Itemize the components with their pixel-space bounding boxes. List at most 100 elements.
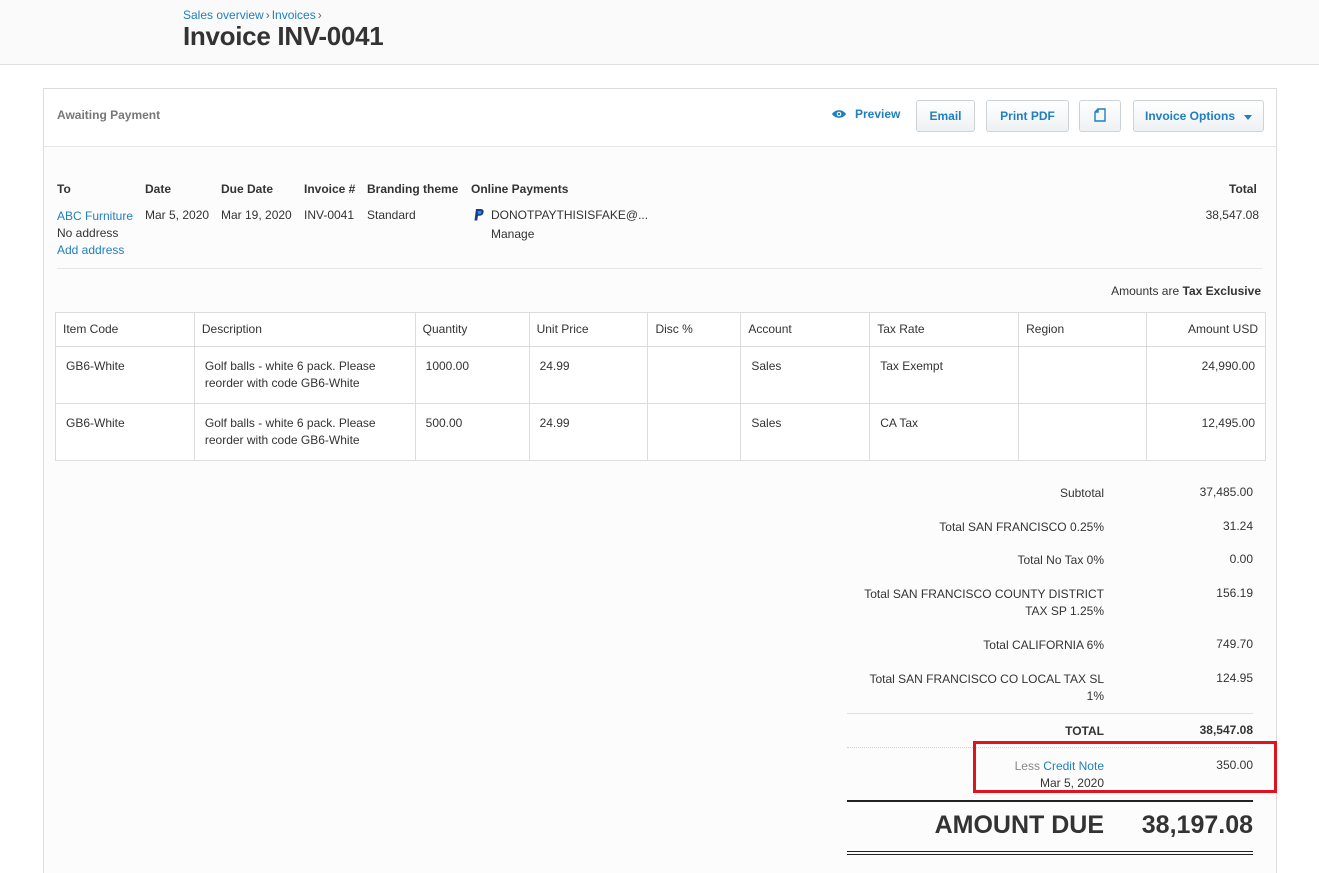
print-pdf-button[interactable]: Print PDF (986, 100, 1069, 132)
breadcrumb-invoices[interactable]: Invoices (272, 8, 316, 22)
credit-note-link[interactable]: Credit Note (1043, 759, 1104, 773)
tax-sfl-value: 124.95 (1216, 671, 1253, 685)
tax-notax-label: Total No Tax 0% (1017, 553, 1105, 567)
column-header: Item Code (55, 312, 195, 347)
column-header: Disc % (647, 312, 742, 347)
table-row[interactable]: GB6-White Golf balls - white 6 pack. Ple… (55, 346, 1267, 404)
tax-sfl-label-line: 1% (1086, 689, 1104, 703)
paypal-icon (474, 209, 484, 221)
tax-sfcd-label-line: TAX SP 1.25% (1025, 604, 1104, 618)
item-amount: 12,495.00 (1145, 403, 1267, 461)
preview-button[interactable]: Preview (831, 107, 900, 121)
item-discount (647, 403, 742, 461)
tax-mode-note[interactable]: Amounts are Tax Exclusive (1111, 284, 1261, 298)
item-region (1018, 403, 1147, 461)
item-region (1018, 346, 1147, 404)
contact-link[interactable]: ABC Furniture (57, 208, 133, 225)
tax-ca-label: Total CALIFORNIA 6% (983, 638, 1104, 652)
item-account: Sales (740, 403, 871, 461)
tax-sfl-label: Total SAN FRANCISCO CO LOCAL TAX SL 1% (844, 671, 1104, 705)
column-header: Description (193, 312, 416, 347)
tax-note-mode: Tax Exclusive (1182, 284, 1262, 298)
email-button[interactable]: Email (916, 100, 975, 132)
to-block: ABC Furniture No address Add address (57, 208, 133, 259)
amount-due-label: AMOUNT DUE (934, 811, 1104, 839)
item-unit-price: 24.99 (528, 403, 649, 461)
item-tax-rate: CA Tax (869, 403, 1020, 461)
breadcrumb-separator: › (265, 8, 270, 22)
branding-value: Standard (367, 208, 416, 222)
page-title: Invoice INV-0041 (183, 21, 384, 51)
payment-account: DONOTPAYTHISISFAKE@... (491, 208, 649, 222)
item-account: Sales (740, 346, 871, 404)
amount-due-divider (847, 800, 1253, 802)
invoice-toolbar: Awaiting Payment Preview Email Print PDF… (44, 89, 1276, 147)
copy-button[interactable] (1079, 100, 1121, 132)
line-items-table: Item Code Description Quantity Unit Pric… (55, 312, 1267, 461)
tax-sfcd-label: Total SAN FRANCISCO COUNTY DISTRICT TAX … (844, 586, 1104, 620)
column-header: Region (1018, 312, 1147, 347)
divider (57, 268, 1262, 269)
column-header: Quantity (414, 312, 530, 347)
table-row[interactable]: GB6-White Golf balls - white 6 pack. Ple… (55, 403, 1267, 461)
credit-note-row: Less Credit Note Mar 5, 2020 (844, 758, 1104, 792)
due-date-label: Due Date (221, 182, 274, 196)
page-header: Sales overview › Invoices › Invoice INV-004… (0, 0, 1319, 65)
invoice-number-label: Invoice # (304, 182, 356, 196)
tax-sf-value: 31.24 (1222, 519, 1253, 533)
invoice-number-value: INV-0041 (304, 208, 355, 222)
invoice-options-button[interactable]: Invoice Options (1133, 100, 1264, 132)
invoice-card: Awaiting Payment Preview Email Print PDF… (43, 88, 1277, 873)
tax-ca-value: 749.70 (1216, 637, 1253, 651)
breadcrumb-sales-overview[interactable]: Sales overview (183, 8, 264, 22)
item-tax-rate: Tax Exempt (869, 346, 1020, 404)
to-label: To (57, 182, 71, 196)
invoice-options-label: Invoice Options (1145, 109, 1236, 123)
tax-sf-label: Total SAN FRANCISCO 0.25% (939, 520, 1104, 534)
totals-divider (847, 713, 1253, 714)
item-description: Golf balls - white 6 pack. Please reorder… (193, 346, 416, 404)
item-unit-price: 24.99 (528, 346, 649, 404)
credit-less-label: Less (1014, 759, 1040, 773)
subtotal-value: 37,485.00 (1199, 485, 1253, 499)
copy-icon (1094, 107, 1106, 125)
item-description: Golf balls - white 6 pack. Please reorder… (193, 403, 416, 461)
online-payments-label: Online Payments (471, 182, 569, 196)
tax-sfcd-value: 156.19 (1216, 586, 1253, 600)
status-label: Awaiting Payment (57, 108, 161, 122)
item-quantity: 1000.00 (414, 346, 530, 404)
date-label: Date (145, 182, 172, 196)
column-header: Unit Price (528, 312, 649, 347)
preview-label: Preview (855, 107, 901, 121)
tax-note-prefix: Amounts are (1111, 284, 1180, 298)
due-date-value: Mar 19, 2020 (221, 208, 292, 222)
amount-due-value: 38,197.08 (1141, 811, 1253, 839)
item-discount (647, 346, 742, 404)
description-line: reorder with code GB6-White (204, 376, 360, 390)
amount-due-underline (847, 851, 1253, 852)
breadcrumb: Sales overview › Invoices › (183, 8, 324, 22)
subtotal-label: Subtotal (1059, 486, 1104, 500)
tax-sfl-label-line: Total SAN FRANCISCO CO LOCAL TAX SL (869, 672, 1104, 686)
column-header: Amount USD (1145, 312, 1267, 347)
breadcrumb-separator: › (317, 8, 322, 22)
date-value: Mar 5, 2020 (145, 208, 210, 222)
credit-note-amount[interactable]: 350.00 (1103, 758, 1253, 772)
description-line: Golf balls - white 6 pack. Please (204, 416, 376, 430)
column-header: Tax Rate (869, 312, 1020, 347)
amount-due-underline (847, 854, 1253, 855)
eye-icon (831, 109, 847, 119)
total-value-bottom: 38,547.08 (1199, 723, 1253, 737)
total-value: 38,547.08 (1205, 208, 1259, 222)
manage-link[interactable]: Manage (491, 227, 534, 241)
credit-note-date: Mar 5, 2020 (1039, 776, 1104, 790)
add-address-link[interactable]: Add address (57, 242, 133, 259)
to-address: No address (57, 226, 119, 240)
branding-label: Branding theme (367, 182, 459, 196)
item-amount: 24,990.00 (1145, 346, 1267, 404)
column-header: Account (740, 312, 871, 347)
chevron-down-icon (1244, 115, 1252, 120)
description-line: Golf balls - white 6 pack. Please (204, 359, 376, 373)
item-quantity: 500.00 (414, 403, 530, 461)
tax-sfcd-label-line: Total SAN FRANCISCO COUNTY DISTRICT (864, 587, 1104, 601)
